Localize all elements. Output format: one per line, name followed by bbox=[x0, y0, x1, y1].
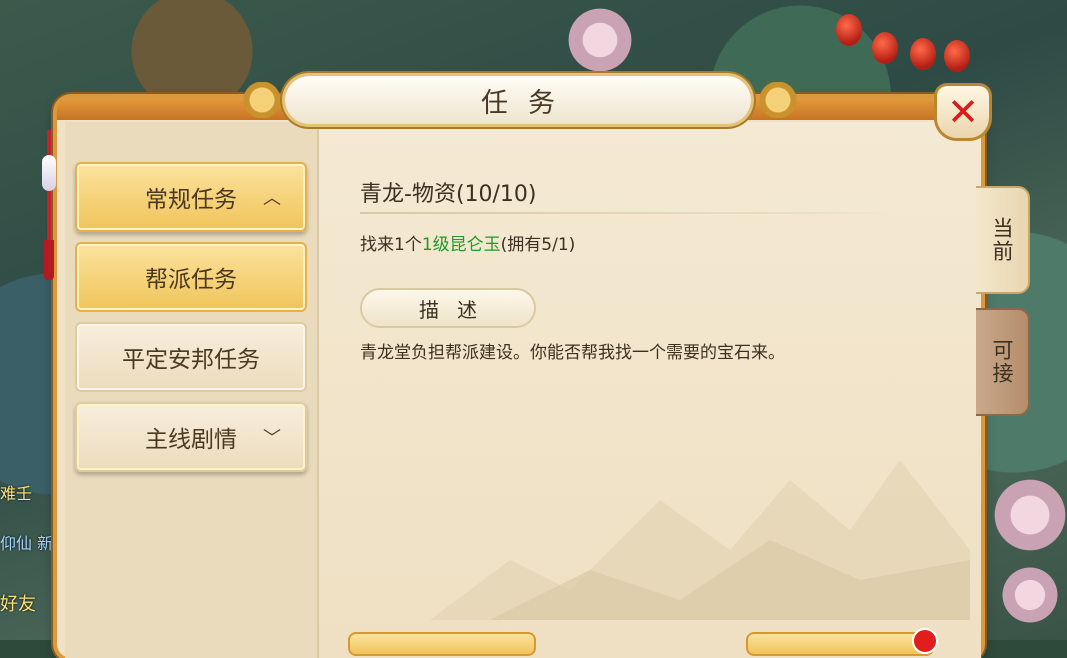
objective-prefix: 找来1个 bbox=[360, 235, 422, 255]
chevron-up-icon: ︿ bbox=[263, 188, 281, 209]
blossom-decoration bbox=[985, 470, 1067, 560]
tab-available[interactable]: 可接 bbox=[976, 308, 1030, 416]
menu-main-story[interactable]: 主线剧情 ﹀ bbox=[75, 402, 307, 472]
close-icon: ✕ bbox=[947, 90, 979, 134]
tab-current[interactable]: 当前 bbox=[976, 186, 1030, 294]
bottom-action-button-left[interactable] bbox=[348, 632, 536, 656]
bottom-action-button-right[interactable] bbox=[746, 632, 934, 656]
lantern-decoration bbox=[910, 38, 936, 70]
quest-title: 青龙-物资(10/10) bbox=[360, 182, 537, 207]
objective-progress: (拥有5/1) bbox=[500, 235, 576, 255]
quest-objective: 找来1个1级昆仑玉(拥有5/1) bbox=[360, 230, 575, 255]
blossom-decoration bbox=[560, 0, 640, 80]
quest-description: 青龙堂负担帮派建设。你能否帮我找一个需要的宝石来。 bbox=[360, 343, 785, 363]
lantern-decoration bbox=[944, 40, 970, 72]
menu-regular-quests-label: 常规任务 bbox=[145, 187, 237, 213]
menu-pacification-quests-label: 平定安邦任务 bbox=[122, 347, 260, 373]
notification-badge bbox=[912, 628, 938, 654]
menu-main-story-label: 主线剧情 bbox=[145, 427, 237, 453]
menu-guild-quests-label: 帮派任务 bbox=[145, 267, 237, 293]
blossom-decoration bbox=[995, 560, 1065, 630]
close-button[interactable]: ✕ bbox=[937, 86, 989, 138]
tab-available-label: 可接 bbox=[990, 339, 1014, 385]
lantern-decoration bbox=[836, 14, 862, 46]
menu-guild-quests[interactable]: 帮派任务 bbox=[75, 242, 307, 312]
objective-item-link[interactable]: 1级昆仑玉 bbox=[422, 235, 501, 255]
dialog-title-text: 任务 bbox=[481, 87, 575, 119]
menu-pacification-quests[interactable]: 平定安邦任务 bbox=[75, 322, 307, 392]
title-ornament-right bbox=[748, 82, 808, 118]
tab-current-label: 当前 bbox=[990, 217, 1014, 263]
title-divider bbox=[360, 212, 890, 214]
chevron-down-icon: ﹀ bbox=[263, 428, 281, 449]
mountain-watermark bbox=[430, 460, 970, 620]
hud-label: 好友 bbox=[0, 594, 36, 615]
menu-regular-quests[interactable]: 常规任务 ︿ bbox=[75, 162, 307, 232]
hud-label: 仰仙 新 bbox=[0, 534, 54, 553]
hud-label: 难壬 bbox=[0, 484, 33, 503]
description-header: 描述 bbox=[362, 290, 534, 326]
tassel-ornament bbox=[42, 130, 56, 280]
dialog-title: 任务 bbox=[285, 76, 751, 124]
title-ornament-left bbox=[232, 82, 292, 118]
lantern-decoration bbox=[872, 32, 898, 64]
